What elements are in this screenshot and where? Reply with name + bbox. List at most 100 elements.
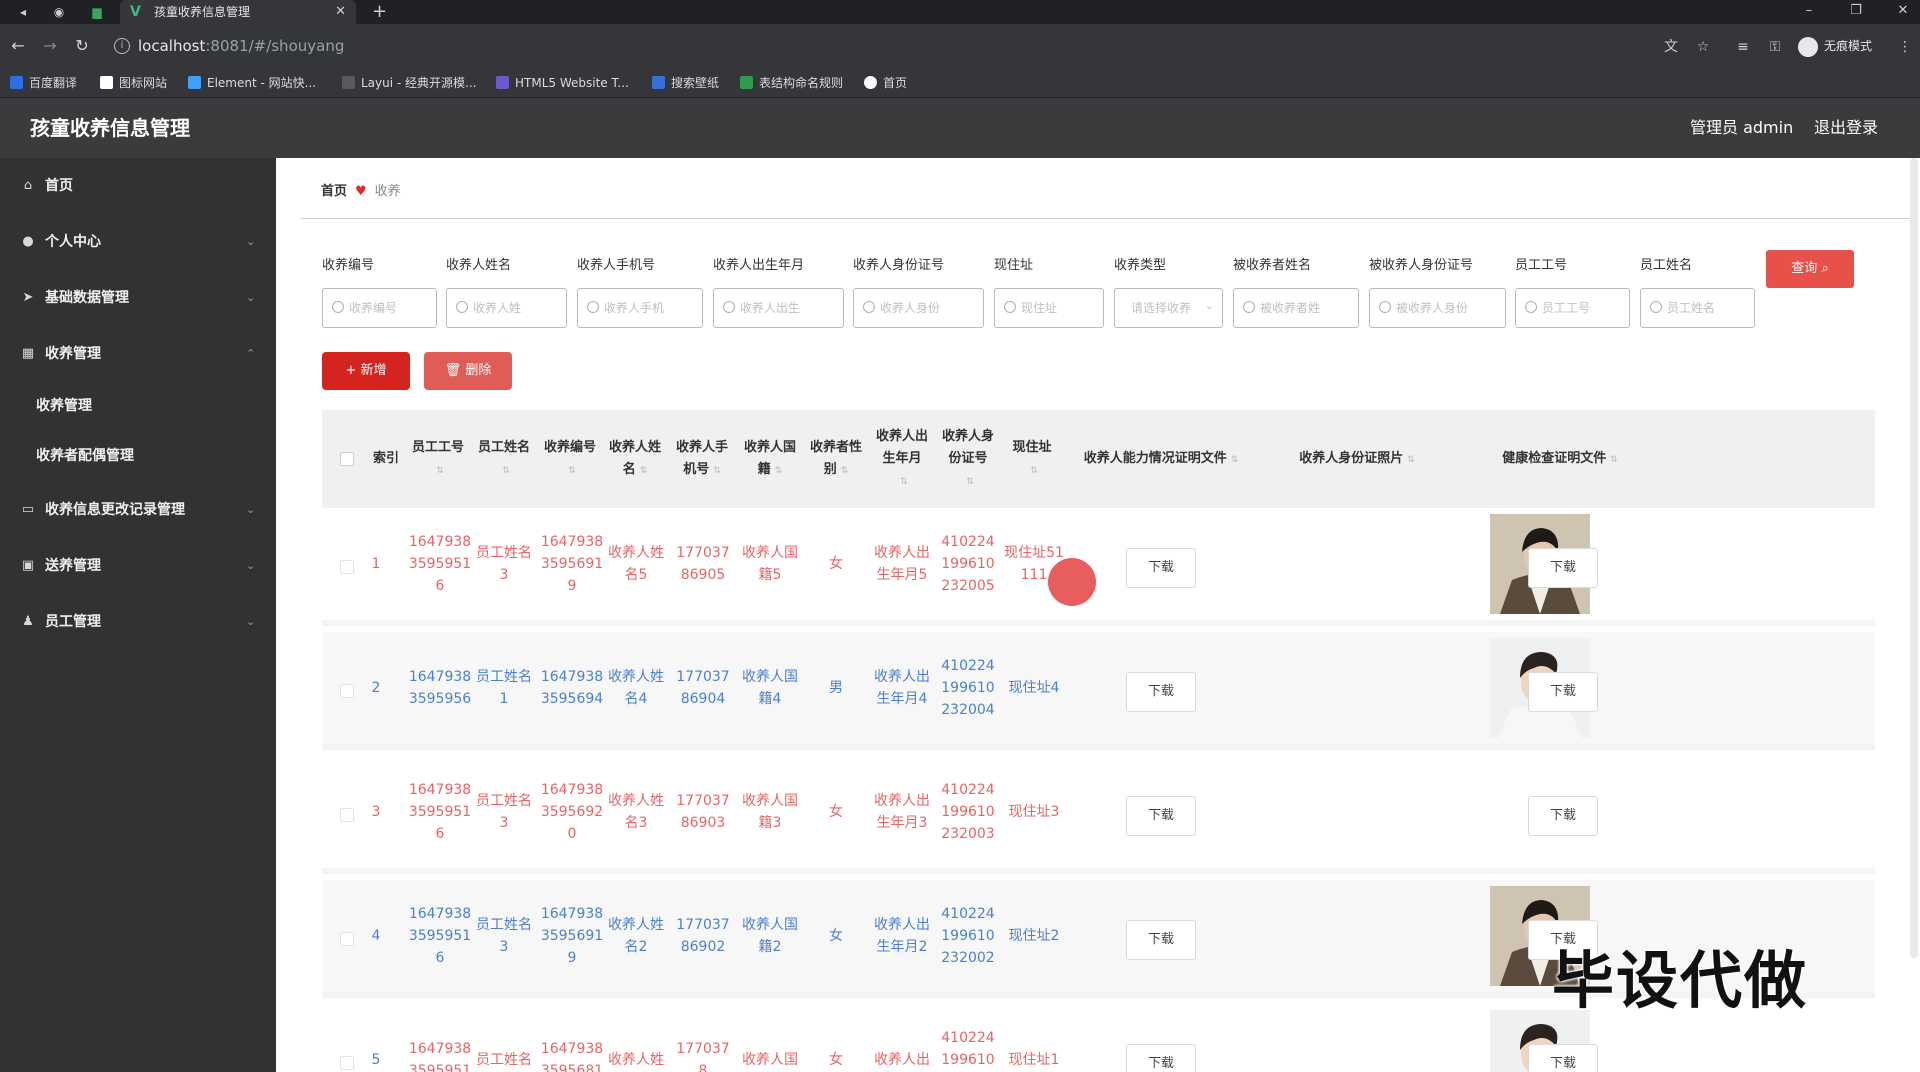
cell-id-no: 41022419961023 (941, 1030, 995, 1068)
query-button[interactable]: 查询 ⌕ (1766, 250, 1854, 288)
sheet-icon[interactable]: ▆ (88, 3, 106, 21)
delete-button[interactable]: 🗑 删除 (424, 352, 512, 390)
col-header-id-no[interactable]: 收养人身份证号 ⇅ (938, 410, 998, 508)
col-header-address[interactable]: 现住址 ⇅ (1002, 410, 1062, 508)
star-icon[interactable]: ☆ (1694, 38, 1712, 56)
cell-adopt-no: 16479383595694 (540, 669, 604, 707)
select-all-checkbox[interactable] (340, 452, 354, 466)
browser-tab-active[interactable]: V 孩童收养信息管理 ✕ (120, 0, 356, 24)
filter-adopter-name-input[interactable] (473, 299, 560, 317)
minimize-icon[interactable]: – (1794, 2, 1824, 20)
forward-icon[interactable]: → (40, 36, 60, 56)
globe-icon[interactable]: ◉ (50, 3, 68, 21)
url-field[interactable]: i localhost:8081/#/shouyang (104, 32, 1634, 60)
breadcrumb-home[interactable]: 首页 (321, 184, 347, 199)
filter-adopter-id-input[interactable] (880, 299, 977, 317)
filter-adopter-birth[interactable] (713, 288, 844, 328)
filter-adopt-no-input[interactable] (349, 299, 430, 317)
filter-address-input[interactable] (1021, 299, 1097, 317)
col-header-id-photo[interactable]: 收养人身份证照片 ⇅ (1260, 410, 1454, 508)
sidebar-item-basic-data[interactable]: ➤ 基础数据管理 ⌄ (0, 278, 276, 318)
filter-adopter-birth-input[interactable] (740, 299, 837, 317)
bookmark-html5[interactable]: HTML5 Website T... (496, 75, 629, 91)
filter-emp-name-input[interactable] (1667, 299, 1748, 317)
bookmark-icon-site[interactable]: 图标网站 (100, 75, 167, 91)
filter-adopter-id[interactable] (853, 288, 984, 328)
download-ability-button[interactable]: 下载 (1126, 548, 1196, 588)
row-checkbox[interactable] (340, 684, 354, 698)
row-checkbox[interactable] (340, 932, 354, 946)
col-header-emp-name[interactable]: 员工姓名 ⇅ (474, 410, 534, 508)
col-header-phone[interactable]: 收养人手机号 ⇅ (670, 410, 734, 508)
download-ability-button[interactable]: 下载 (1126, 672, 1196, 712)
filter-adopt-no[interactable] (322, 288, 437, 328)
download-ability-button[interactable]: 下载 (1126, 920, 1196, 960)
audio-icon[interactable]: ◂ (14, 3, 32, 21)
col-header-health-file[interactable]: 健康检查证明文件 ⇅ (1460, 410, 1660, 508)
filter-adopt-type-select[interactable]: 请选择收养 ⌄ (1114, 288, 1223, 328)
filter-adopter-phone[interactable] (577, 288, 703, 328)
col-header-emp-no[interactable]: 员工工号 ⇅ (408, 410, 468, 508)
bookmark-baidu-translate[interactable]: 百度翻译 (10, 75, 77, 91)
row-checkbox[interactable] (340, 808, 354, 822)
filter-adoptee-id-input[interactable] (1396, 299, 1499, 317)
filter-emp-name[interactable] (1640, 288, 1755, 328)
filter-adoptee-name[interactable] (1233, 288, 1359, 328)
sidebar-item-change-records[interactable]: ▭ 收养信息更改记录管理 ⌄ (0, 490, 276, 530)
page-scrollbar[interactable] (1910, 158, 1918, 958)
col-header-adopter-name[interactable]: 收养人姓名 ⇅ (606, 410, 664, 508)
incognito-profile[interactable]: 无痕模式 (1798, 35, 1872, 57)
col-header-gender[interactable]: 收养者性别 ⇅ (806, 410, 866, 508)
bookmark-home[interactable]: 首页 (864, 75, 907, 91)
translate-icon[interactable]: 文 (1662, 38, 1680, 56)
restore-icon[interactable]: ❐ (1841, 2, 1871, 20)
bookmark-wallpaper[interactable]: 搜索壁纸 (652, 75, 719, 91)
filter-emp-no[interactable] (1515, 288, 1630, 328)
filter-label-adopt-no: 收养编号 (322, 258, 375, 273)
download-health-button[interactable]: 下载 (1528, 548, 1598, 588)
logout-link[interactable]: 退出登录 (1814, 118, 1878, 138)
col-header-index[interactable]: 索引 (370, 410, 402, 508)
download-ability-button[interactable]: 下载 (1126, 796, 1196, 836)
menu-dots-icon[interactable]: ⋮ (1896, 38, 1914, 56)
download-health-button[interactable]: 下载 (1528, 672, 1598, 712)
add-button-label: 新增 (360, 363, 387, 378)
sidebar-subitem-spouse[interactable]: 收养者配偶管理 (0, 436, 276, 476)
filter-emp-no-input[interactable] (1542, 299, 1623, 317)
add-button[interactable]: + 新增 (322, 352, 410, 390)
close-window-icon[interactable]: ✕ (1888, 2, 1918, 20)
filter-adoptee-name-input[interactable] (1260, 299, 1352, 317)
filter-adoptee-id[interactable] (1369, 288, 1506, 328)
sidebar-item-label: 送养管理 (45, 558, 101, 574)
row-checkbox[interactable] (340, 1056, 354, 1070)
filter-adopter-phone-input[interactable] (604, 299, 696, 317)
bookmark-table-naming[interactable]: 表结构命名规则 (740, 75, 843, 91)
col-header-adopt-no[interactable]: 收养编号 ⇅ (540, 410, 600, 508)
new-tab-icon[interactable]: + (372, 1, 387, 23)
close-tab-icon[interactable]: ✕ (335, 3, 346, 21)
row-checkbox[interactable] (340, 560, 354, 574)
info-icon[interactable]: i (114, 38, 130, 54)
bookmark-layui[interactable]: Layui - 经典开源模... (342, 75, 476, 91)
sidebar-item-label: 个人中心 (45, 234, 101, 250)
download-health-button[interactable]: 下载 (1528, 1044, 1598, 1072)
sidebar-item-fostering[interactable]: ▣ 送养管理 ⌄ (0, 546, 276, 586)
reading-list-icon[interactable]: ≡ (1734, 38, 1752, 56)
reload-icon[interactable]: ↻ (72, 36, 92, 56)
col-header-birth[interactable]: 收养人出生年月 ⇅ (872, 410, 932, 508)
sidebar-item-staff[interactable]: ♟ 员工管理 ⌄ (0, 602, 276, 642)
heart-icon: ♥ (355, 184, 367, 199)
col-header-nationality[interactable]: 收养人国籍 ⇅ (740, 410, 800, 508)
sidebar-item-adoption[interactable]: ▦ 收养管理 ⌃ (0, 334, 276, 374)
filter-adopter-name[interactable] (446, 288, 567, 328)
bookmark-element[interactable]: Element - 网站快... (188, 75, 316, 91)
download-health-button[interactable]: 下载 (1528, 796, 1598, 836)
back-icon[interactable]: ← (8, 36, 28, 56)
sidebar-item-home[interactable]: ⌂ 首页 (0, 166, 276, 206)
filter-address[interactable] (994, 288, 1104, 328)
download-ability-button[interactable]: 下载 (1126, 1044, 1196, 1072)
sidebar-item-personal-center[interactable]: ● 个人中心 ⌄ (0, 222, 276, 262)
key-icon[interactable]: ⚿ (1766, 38, 1784, 56)
sidebar-subitem-adoption[interactable]: 收养管理 (0, 386, 276, 426)
col-header-ability-file[interactable]: 收养人能力情况证明文件 ⇅ (1068, 410, 1254, 508)
